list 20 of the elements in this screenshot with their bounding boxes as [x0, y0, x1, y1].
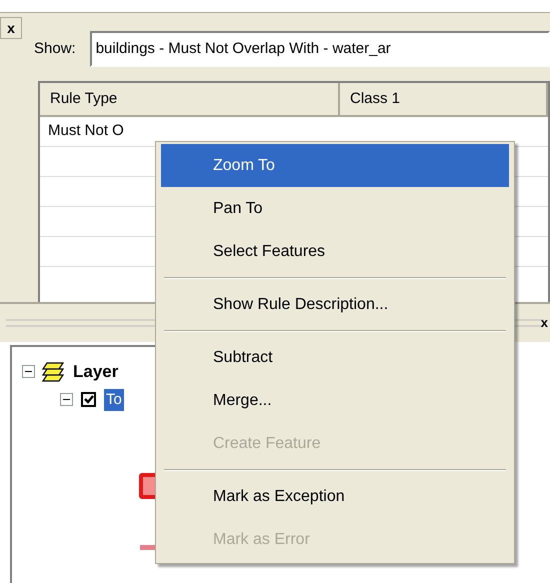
layers-icon: [41, 360, 67, 383]
tree-item[interactable]: Layer: [73, 359, 118, 384]
close-button[interactable]: x: [540, 316, 548, 329]
table-cell-text: Must Not O: [47, 121, 125, 142]
menu-item[interactable]: Zoom To: [161, 144, 509, 187]
menu-item[interactable]: Subtract: [161, 336, 509, 379]
show-field[interactable]: buildings - Must Not Overlap With - water_ar: [90, 31, 550, 67]
collapse-icon[interactable]: [60, 393, 73, 406]
tree-item[interactable]: To: [104, 388, 124, 411]
menu-item[interactable]: Show Rule Description...: [161, 283, 509, 326]
menu-item[interactable]: Merge...: [161, 379, 509, 422]
show-label: Show:: [34, 38, 76, 59]
menu-item[interactable]: Mark as Exception: [161, 475, 509, 518]
column-header[interactable]: Rule Type: [40, 83, 340, 117]
layer-checkbox[interactable]: [81, 392, 96, 408]
menu-item[interactable]: Pan To: [161, 187, 509, 230]
menu-item[interactable]: Select Features: [161, 230, 509, 273]
column-header[interactable]: Class 1: [340, 83, 548, 117]
close-button[interactable]: x: [0, 17, 22, 39]
collapse-icon[interactable]: [22, 365, 35, 378]
